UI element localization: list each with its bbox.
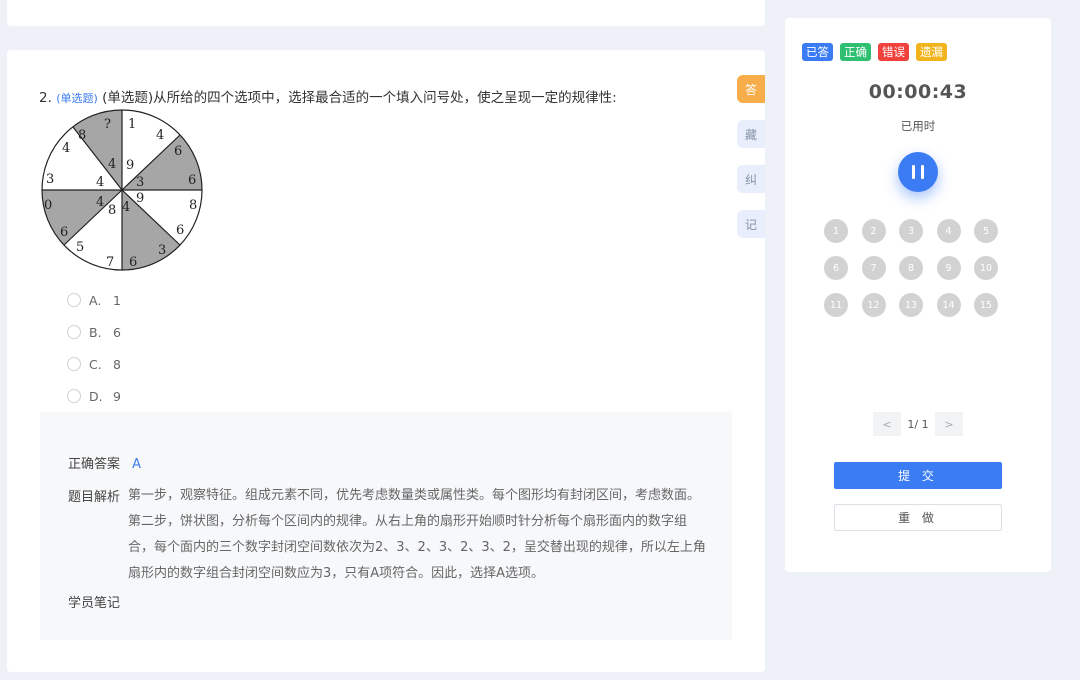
option-b[interactable]: B. 6 — [67, 316, 121, 348]
redo-button[interactable]: 重 做 — [834, 504, 1002, 531]
pie-num: 9 — [136, 191, 144, 206]
pie-num: ? — [104, 117, 111, 132]
question-num-button[interactable]: 10 — [974, 256, 998, 280]
option-letter: A. — [89, 292, 102, 308]
timer-label: 已用时 — [900, 119, 936, 133]
question-num-button[interactable]: 11 — [824, 293, 848, 317]
radio-button[interactable] — [67, 325, 81, 339]
analysis-panel: 正确答案 A 题目解析 第一步，观察特征。组成元素不同，优先考虑数量类或属性类。… — [40, 412, 732, 640]
pie-num: 8 — [108, 203, 116, 218]
legend-missed: 遗漏 — [916, 43, 947, 61]
answer-sheet-panel: 已答 正确 错误 遗漏 00:00:43 已用时 1 2 3 4 5 6 7 8… — [785, 18, 1051, 572]
pager-prev-button[interactable]: < — [873, 412, 901, 436]
question-num-button[interactable]: 3 — [899, 219, 923, 243]
status-legend: 已答 正确 错误 遗漏 — [802, 43, 947, 61]
tab-correction[interactable]: 纠 — [737, 165, 765, 193]
question-num-button[interactable]: 6 — [824, 256, 848, 280]
explanation-text: 第一步，观察特征。组成元素不同，优先考虑数量类或属性类。每个图形均有封闭区间，考… — [128, 488, 706, 581]
question-num-button[interactable]: 7 — [861, 256, 886, 280]
question-number: 2. — [39, 90, 52, 106]
option-value: 9 — [113, 388, 121, 404]
pause-button[interactable] — [898, 152, 938, 192]
question-num-button[interactable]: 13 — [899, 293, 923, 317]
legend-correct: 正确 — [840, 43, 871, 61]
tab-answer[interactable]: 答 — [737, 75, 765, 103]
question-num-button[interactable]: 12 — [861, 293, 886, 317]
tab-favorite[interactable]: 藏 — [737, 120, 765, 148]
option-value: 8 — [113, 356, 121, 372]
question-type-tag: (单选题) — [56, 92, 98, 105]
radio-button[interactable] — [67, 389, 81, 403]
pie-num: 6 — [174, 144, 182, 159]
pie-figure: ? 8 4 4 3 4 0 4 6 5 8 7 6 4 9 3 6 8 6 3 … — [41, 109, 203, 271]
notes-label: 学员笔记 — [68, 596, 121, 611]
pie-num: 1 — [128, 117, 136, 132]
pie-num: 4 — [96, 195, 104, 210]
pie-num: 6 — [60, 225, 68, 240]
pie-num: 3 — [46, 172, 54, 187]
option-d[interactable]: D. 9 — [67, 380, 121, 412]
pie-num: 6 — [176, 223, 184, 238]
correct-answer-label: 正确答案 — [68, 457, 121, 472]
question-num-button[interactable]: 5 — [974, 219, 998, 243]
pager-text: 1/ 1 — [907, 417, 929, 431]
question-card: 2. (单选题) (单选题)从所给的四个选项中，选择最合适的一个填入问号处，使之… — [7, 50, 765, 672]
question-num-button[interactable]: 14 — [936, 293, 961, 317]
pie-num: 7 — [106, 255, 114, 270]
question-num-button[interactable]: 1 — [824, 219, 848, 243]
legend-wrong: 错误 — [878, 43, 909, 61]
pie-num: 3 — [158, 243, 166, 258]
pie-num: 8 — [189, 198, 197, 213]
question-text: (单选题)从所给的四个选项中，选择最合适的一个填入问号处，使之呈现一定的规律性: — [102, 90, 617, 106]
pie-num: 4 — [156, 128, 164, 143]
question-num-button[interactable]: 15 — [974, 293, 998, 317]
pause-icon — [912, 165, 915, 179]
legend-answered: 已答 — [802, 43, 833, 61]
question-num-button[interactable]: 2 — [861, 219, 886, 243]
tab-note[interactable]: 记 — [737, 210, 765, 238]
option-letter: D. — [89, 388, 103, 404]
submit-button[interactable]: 提 交 — [834, 462, 1002, 489]
option-c[interactable]: C. 8 — [67, 348, 121, 380]
pie-num: 0 — [44, 198, 52, 213]
radio-button[interactable] — [67, 293, 81, 307]
pause-icon — [921, 165, 924, 179]
option-a[interactable]: A. 1 — [67, 284, 121, 316]
radio-button[interactable] — [67, 357, 81, 371]
option-value: 1 — [113, 292, 121, 308]
option-value: 6 — [113, 324, 121, 340]
pie-num: 4 — [62, 141, 70, 156]
pie-num: 6 — [188, 173, 196, 188]
pie-num: 4 — [96, 175, 104, 190]
option-letter: C. — [89, 356, 102, 372]
pie-num: 9 — [126, 158, 134, 173]
pager-next-button[interactable]: > — [935, 412, 963, 436]
pie-num: 8 — [78, 128, 86, 143]
question-num-button[interactable]: 8 — [899, 256, 923, 280]
question-number-grid: 1 2 3 4 5 6 7 8 9 10 11 12 13 14 15 — [824, 219, 1014, 317]
explanation-label: 题目解析 — [68, 490, 121, 505]
pie-num: 5 — [76, 240, 84, 255]
previous-question-card — [7, 0, 765, 26]
question-title: 2. (单选题) (单选题)从所给的四个选项中，选择最合适的一个填入问号处，使之… — [39, 86, 617, 106]
correct-answer-value: A — [132, 457, 142, 472]
question-num-button[interactable]: 9 — [936, 256, 961, 280]
question-num-button[interactable]: 4 — [936, 219, 961, 243]
timer-display: 00:00:43 — [868, 81, 968, 103]
pager: < 1/ 1 > — [873, 412, 963, 436]
pie-num: 4 — [122, 200, 130, 215]
correct-answer-row: 正确答案 A — [68, 453, 141, 472]
options-list: A. 1 B. 6 C. 8 D. 9 — [67, 284, 121, 412]
pie-num: 4 — [108, 157, 116, 172]
pie-num: 6 — [129, 255, 137, 270]
pie-num: 3 — [136, 175, 144, 190]
option-letter: B. — [89, 324, 102, 340]
